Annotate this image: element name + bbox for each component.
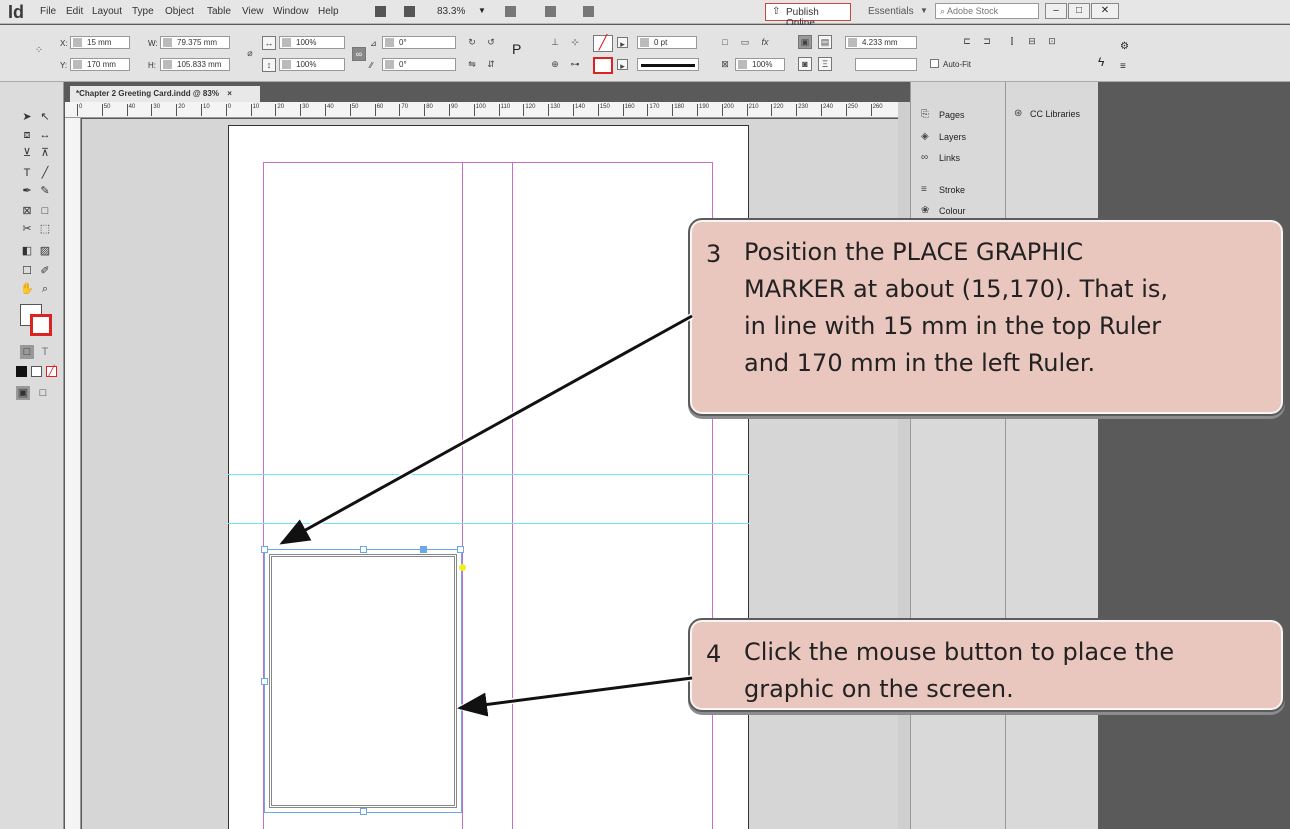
arrow-step-4 <box>457 676 693 717</box>
callout-arrows <box>276 313 694 717</box>
arrow-step-3 <box>279 314 693 545</box>
